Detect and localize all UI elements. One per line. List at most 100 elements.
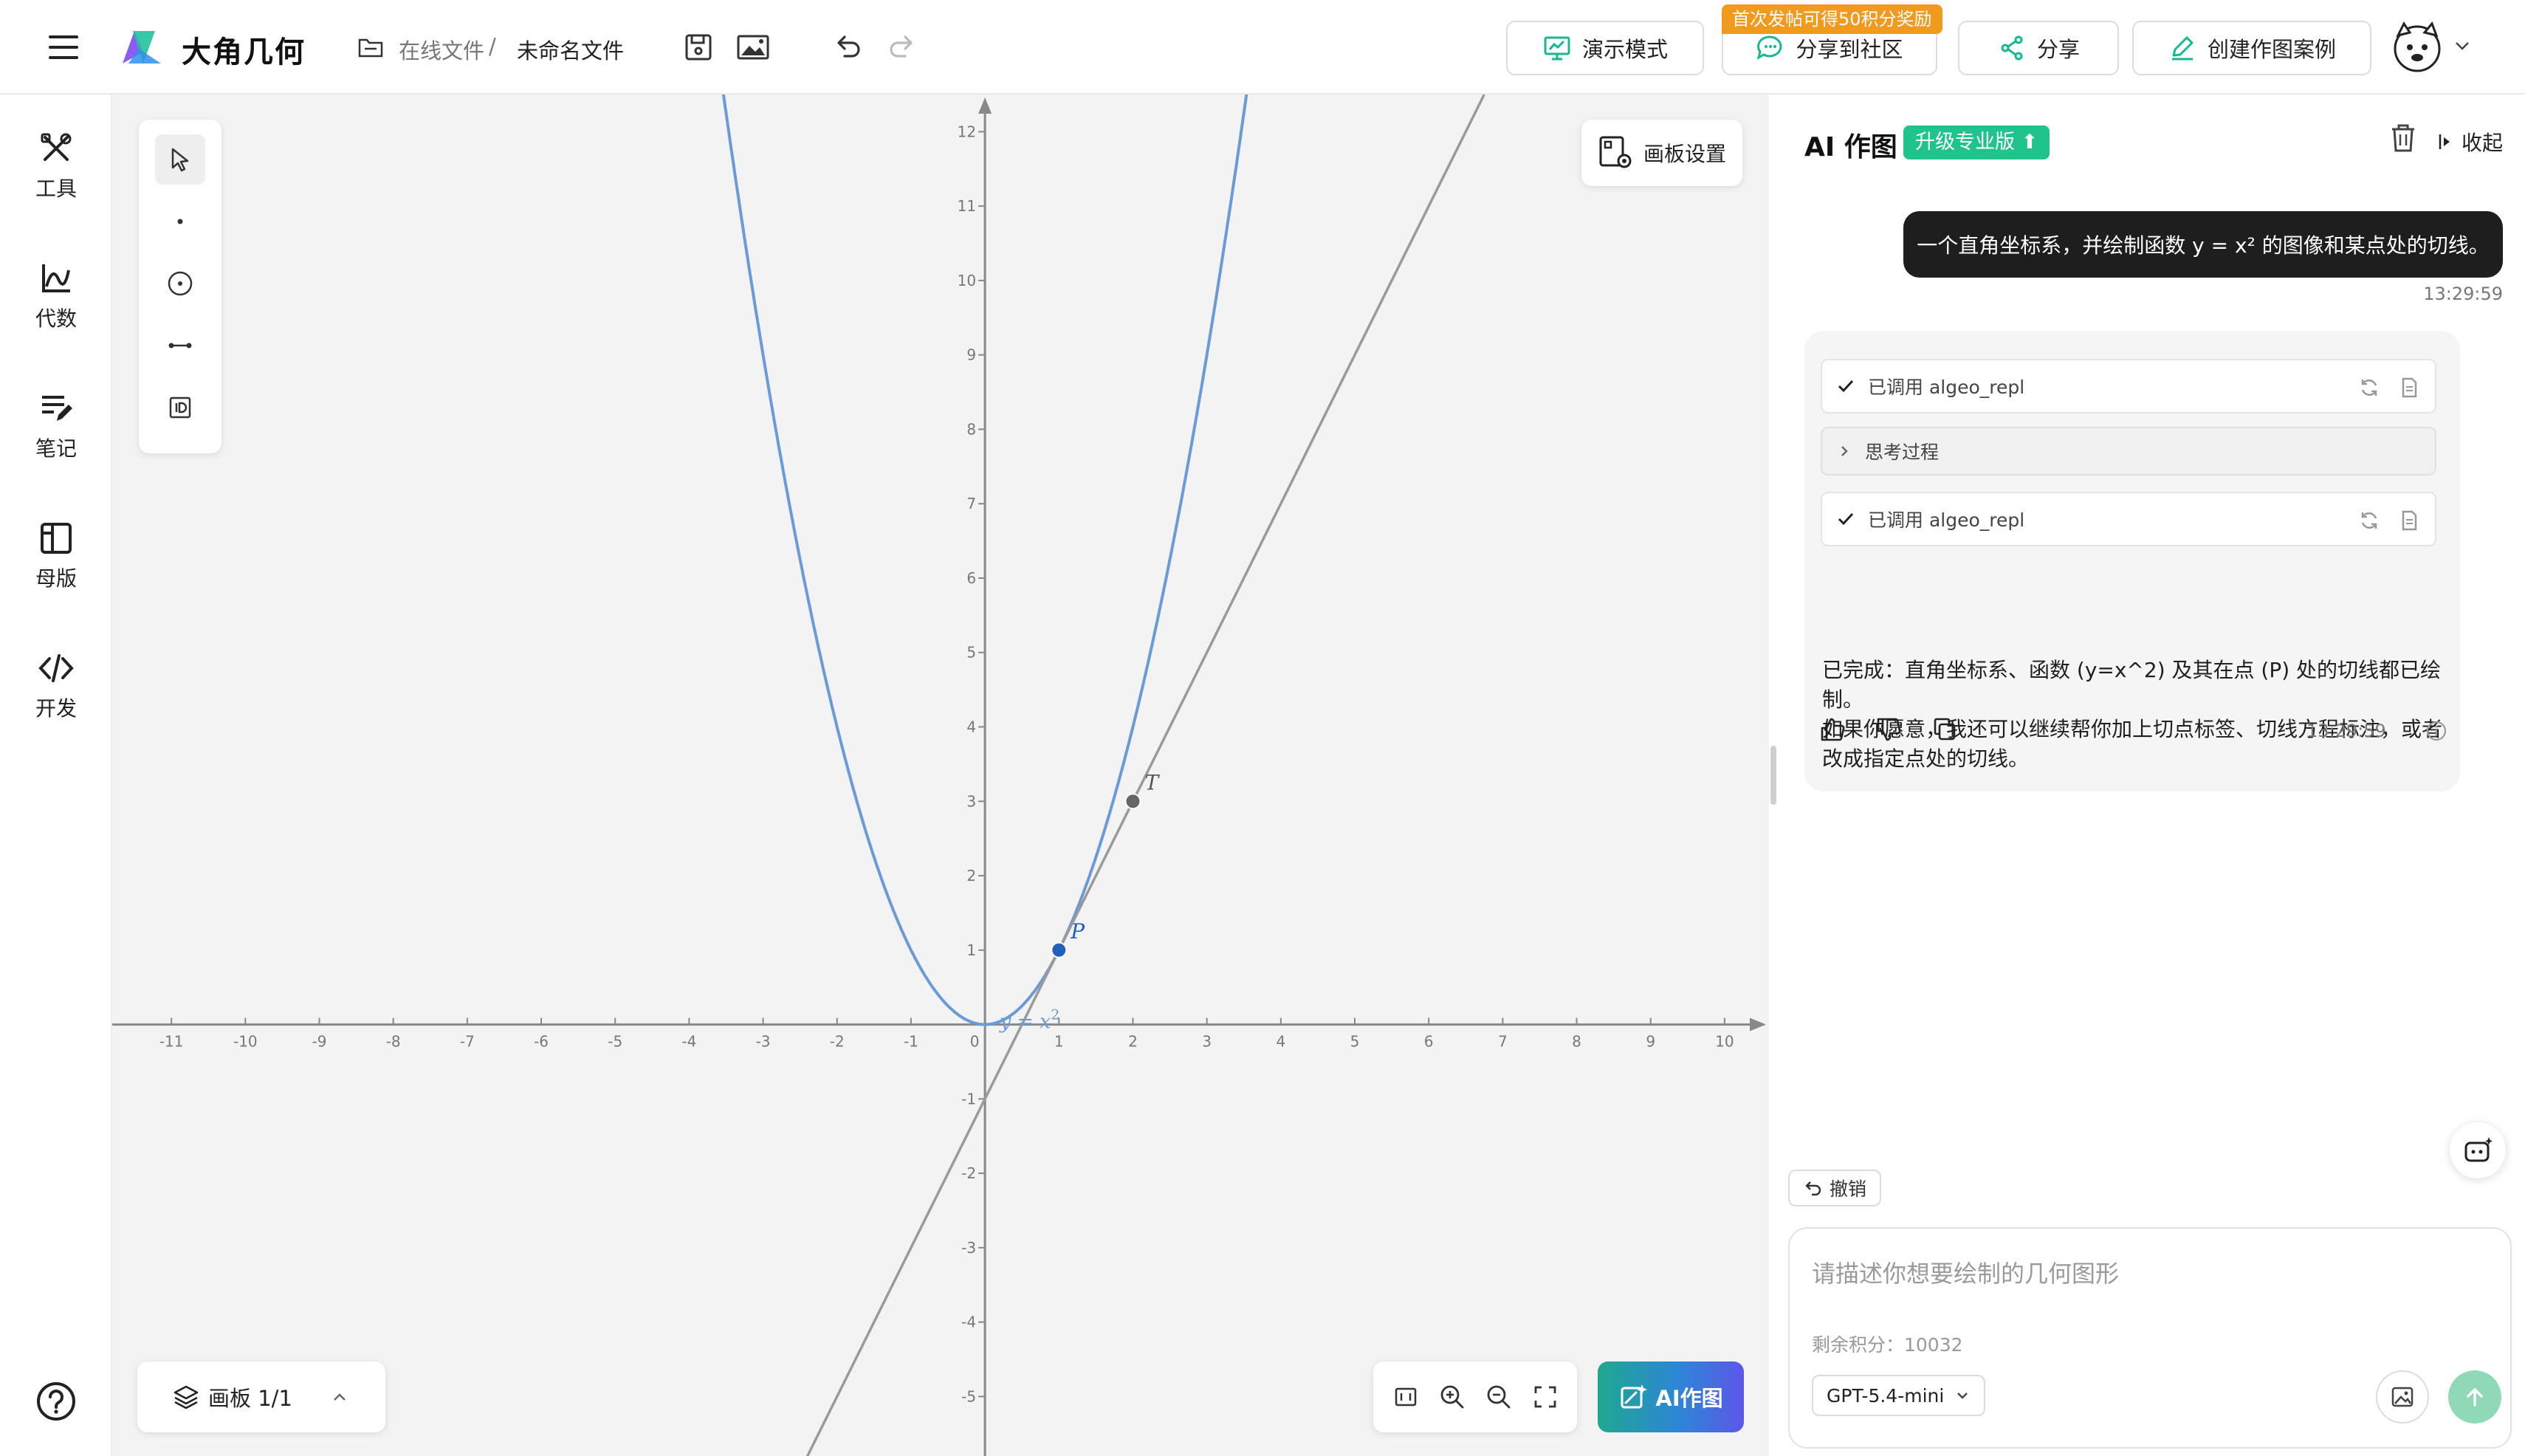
attach-image-button[interactable] — [2376, 1370, 2429, 1424]
remaining-credits: 剩余积分：10032 — [1812, 1334, 1963, 1356]
layers-icon — [174, 1385, 199, 1409]
bot-icon — [2464, 1137, 2493, 1162]
help-icon[interactable] — [35, 1381, 77, 1422]
breadcrumb-file[interactable]: 未命名文件 — [517, 34, 624, 65]
segment-icon — [168, 343, 192, 348]
zoom-toolbar — [1373, 1361, 1577, 1432]
refresh-icon[interactable] — [2358, 377, 2380, 399]
nav-item-template[interactable]: 母版 — [0, 506, 112, 602]
edit-pen-icon — [2171, 36, 2194, 61]
chat-bubble-icon — [1757, 35, 1782, 61]
zoom-in-icon[interactable] — [1438, 1383, 1466, 1411]
tool-call-label: 已调用 algeo_repl — [1868, 377, 2025, 398]
board-settings-button[interactable]: 画板设置 — [1581, 120, 1742, 186]
tool-call-row[interactable]: 已调用 algeo_repl — [1821, 492, 2436, 546]
share-to-community-label: 分享到社区 — [1796, 37, 1903, 62]
layer-selector[interactable]: 画板 1/1 — [137, 1361, 385, 1432]
ai-draw-button[interactable]: AI作图 — [1598, 1361, 1744, 1432]
y-tick-label: 3 — [966, 792, 976, 810]
ai-response-text: 已完成：直角坐标系、函数 (y=x^2) 及其在点 (P) 处的切线都已绘制。 … — [1822, 656, 2442, 774]
prompt-input[interactable] — [1812, 1255, 2476, 1292]
nav-item-notes[interactable]: 笔记 — [0, 377, 112, 473]
segment-tool[interactable] — [155, 320, 205, 371]
model-select[interactable]: GPT-5.4-mini — [1812, 1375, 1986, 1416]
tools-icon — [41, 133, 72, 161]
select-tool[interactable] — [155, 134, 205, 185]
nav-item-algebra[interactable]: 代数 — [0, 247, 112, 343]
chevron-up-icon[interactable] — [331, 1388, 348, 1406]
fit-view-icon[interactable] — [1392, 1383, 1420, 1411]
y-tick-label: 8 — [966, 420, 976, 438]
nav-item-label: 工具 — [35, 176, 77, 201]
refresh-icon[interactable] — [2358, 509, 2380, 532]
x-tick-label: -5 — [608, 1033, 622, 1051]
share-button[interactable]: 分享 — [1958, 21, 2119, 75]
user-avatar[interactable] — [2389, 19, 2445, 75]
pointer-icon — [171, 148, 189, 172]
thinking-process-toggle[interactable]: 思考过程 — [1821, 427, 2436, 475]
user-message-time: 13:29:59 — [2423, 284, 2503, 304]
upgrade-pro-badge[interactable]: 升级专业版 ⬆ — [1903, 126, 2050, 159]
point-icon — [177, 219, 183, 224]
collapse-label: 收起 — [2462, 131, 2504, 155]
x-tick-label: -9 — [312, 1033, 327, 1051]
ai-assistant-button[interactable] — [2450, 1122, 2506, 1178]
undo-icon[interactable] — [830, 30, 865, 65]
check-icon — [1838, 512, 1854, 526]
panel-title: AI 作图 — [1804, 132, 1897, 162]
nav-item-tools[interactable]: 工具 — [0, 117, 112, 213]
panel-resize-handle[interactable] — [1770, 746, 1776, 805]
thumbs-down-icon[interactable] — [1875, 716, 1902, 743]
id-tool[interactable] — [155, 382, 205, 433]
point-tool[interactable] — [155, 196, 205, 247]
folder-icon — [358, 38, 383, 58]
redo-icon[interactable] — [884, 30, 920, 65]
create-case-button[interactable]: 创建作图案例 — [2132, 21, 2371, 75]
zoom-out-icon[interactable] — [1485, 1383, 1513, 1411]
notes-icon — [42, 396, 72, 421]
share-icon — [2001, 35, 2023, 61]
y-tick-label: 1 — [966, 941, 976, 959]
circle-tool[interactable] — [155, 258, 205, 309]
point-t-label: T — [1144, 770, 1160, 794]
tool-call-row[interactable]: 已调用 algeo_repl — [1821, 359, 2436, 413]
document-icon[interactable] — [2398, 377, 2420, 399]
thumbs-up-icon[interactable] — [1819, 716, 1846, 743]
y-tick-label: 4 — [966, 718, 976, 736]
coordinate-plot[interactable]: -11 -10 -9 -8 -7 -6 -5 -4 -3 -2 -1 0 1 2 3 4 5 6 7 8 9 10-5-4… — [112, 95, 1769, 1456]
send-button[interactable] — [2448, 1370, 2501, 1424]
chevron-down-icon[interactable] — [2454, 40, 2470, 52]
curve-label: y = x2 — [999, 1007, 1059, 1034]
presentation-mode-button[interactable]: 演示模式 — [1506, 21, 1704, 75]
undo-button[interactable]: 撤销 — [1788, 1170, 1882, 1206]
x-tick-label: 9 — [1646, 1033, 1655, 1051]
ai-panel: AI 作图 升级专业版 ⬆ 收起 一个直角坐标系，并绘制函数 y = x² 的图… — [1781, 95, 2525, 1456]
collapse-panel-button[interactable]: 收起 — [2436, 127, 2503, 157]
fullscreen-icon[interactable] — [1531, 1383, 1559, 1411]
x-tick-label: -4 — [681, 1033, 696, 1051]
chevron-right-icon — [1841, 446, 1848, 456]
nav-item-dev[interactable]: 开发 — [0, 636, 112, 732]
save-icon[interactable] — [681, 30, 716, 65]
y-tick-label: 7 — [966, 495, 976, 512]
trash-icon[interactable] — [2386, 121, 2420, 155]
layer-label: 画板 1/1 — [208, 1386, 292, 1411]
copy-icon[interactable] — [1931, 716, 1958, 743]
info-icon[interactable] — [2425, 719, 2448, 743]
breadcrumb-folder[interactable]: 在线文件 — [399, 34, 484, 65]
tool-call-label: 已调用 algeo_repl — [1868, 509, 2025, 531]
menu-icon[interactable] — [49, 35, 78, 59]
image-export-icon[interactable] — [735, 30, 771, 65]
tool-palette — [139, 120, 221, 453]
y-tick-label: 12 — [958, 123, 976, 140]
arrow-up-icon — [2467, 1388, 2483, 1407]
presentation-icon — [1544, 36, 1570, 61]
x-tick-label: -6 — [534, 1033, 549, 1051]
presentation-mode-label: 演示模式 — [1581, 37, 1668, 62]
document-icon[interactable] — [2398, 509, 2420, 532]
x-tick-label: -11 — [159, 1033, 184, 1051]
collapse-icon — [2439, 134, 2450, 149]
drawing-canvas[interactable]: -11 -10 -9 -8 -7 -6 -5 -4 -3 -2 -1 0 1 2 3 4 5 6 7 8 9 10 -5 -4… — [112, 95, 1769, 1456]
nav-item-label: 开发 — [35, 696, 77, 721]
nav-item-label: 母版 — [35, 566, 77, 591]
